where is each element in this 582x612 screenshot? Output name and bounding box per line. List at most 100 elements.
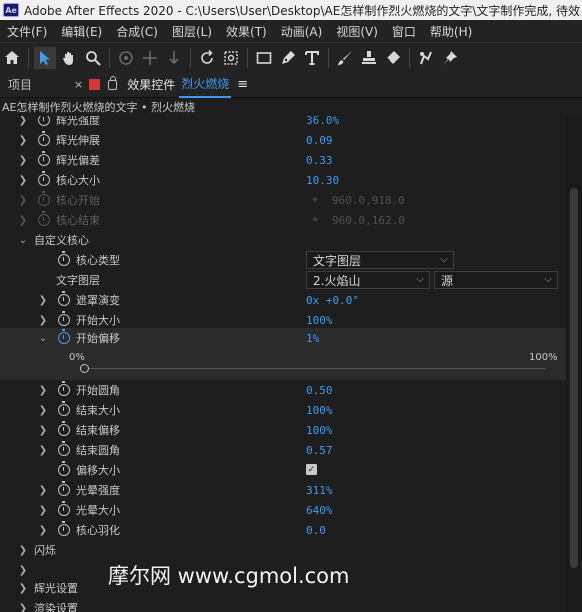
vertical-scrollbar[interactable] <box>566 116 582 612</box>
slider-handle[interactable] <box>79 364 89 373</box>
brush-tool-icon[interactable] <box>334 47 356 69</box>
stopwatch-icon[interactable] <box>58 421 70 436</box>
property-value[interactable]: 10.30 <box>306 174 339 187</box>
orbit-tool-icon[interactable] <box>115 47 137 69</box>
chevron-right-icon[interactable]: ❯ <box>18 545 28 556</box>
property-row[interactable]: ❯ 开始大小 100% <box>0 310 566 330</box>
dolly-tool-icon[interactable] <box>163 47 185 69</box>
stopwatch-icon[interactable] <box>58 291 70 306</box>
pen-tool-icon[interactable] <box>277 47 299 69</box>
stopwatch-icon[interactable] <box>58 329 70 344</box>
tab-effect-controls[interactable]: 效果控件 <box>127 72 175 98</box>
property-value[interactable]: 0.50 <box>306 384 333 397</box>
property-row[interactable]: ❯ 结束大小 100% <box>0 400 566 420</box>
text-layer-dropdown[interactable]: 2.火焰山 ⌵ <box>306 271 430 289</box>
roto-brush-icon[interactable] <box>415 47 437 69</box>
chevron-right-icon[interactable]: ❯ <box>38 445 48 456</box>
property-value[interactable]: 100% <box>306 424 333 437</box>
stopwatch-icon[interactable] <box>58 481 70 496</box>
chevron-right-icon[interactable]: ❯ <box>18 565 28 576</box>
property-value[interactable]: 0.57 <box>306 444 333 457</box>
property-value[interactable]: 100% <box>306 404 333 417</box>
property-row-expanded[interactable]: ⌄ 开始偏移 1% <box>0 328 566 348</box>
chevron-down-icon[interactable]: ⌄ <box>38 333 48 344</box>
stopwatch-icon[interactable] <box>58 311 70 326</box>
property-row[interactable]: ❯ 遮罩演变 0x +0.0° <box>0 290 566 310</box>
property-value[interactable]: 0.0 <box>306 524 326 537</box>
stopwatch-icon[interactable] <box>58 441 70 456</box>
stopwatch-icon[interactable] <box>58 461 70 476</box>
chevron-right-icon[interactable]: ❯ <box>38 295 48 306</box>
pan-tool-icon[interactable] <box>139 47 161 69</box>
type-tool-icon[interactable] <box>301 47 323 69</box>
menu-effect[interactable]: 效果(T) <box>219 23 274 40</box>
property-text-layer[interactable]: 文字图层 2.火焰山 ⌵ 源 ⌵ <box>0 270 566 290</box>
property-value[interactable]: 311% <box>306 484 333 497</box>
menu-file[interactable]: 文件(F) <box>0 23 54 40</box>
menu-layer[interactable]: 图层(L) <box>165 23 219 40</box>
property-value[interactable]: 0x +0.0° <box>306 294 359 307</box>
property-row[interactable]: ❯ 开始圆角 0.50 <box>0 380 566 400</box>
property-row[interactable]: ❯ 辉光强度 36.0% <box>0 116 566 130</box>
group-render-settings[interactable]: ❯ 渲染设置 <box>0 598 566 612</box>
stopwatch-icon[interactable] <box>58 401 70 416</box>
text-layer-source-dropdown[interactable]: 源 ⌵ <box>434 271 558 289</box>
slider-track[interactable] <box>80 368 546 369</box>
menu-window[interactable]: 窗口 <box>385 23 423 40</box>
puppet-pin-icon[interactable] <box>439 47 461 69</box>
chevron-right-icon[interactable]: ❯ <box>38 505 48 516</box>
chevron-right-icon[interactable]: ❯ <box>18 155 28 166</box>
menu-edit[interactable]: 编辑(E) <box>54 23 109 40</box>
selection-tool-icon[interactable] <box>34 46 56 69</box>
chevron-right-icon[interactable]: ❯ <box>38 315 48 326</box>
hand-tool-icon[interactable] <box>58 47 80 69</box>
rotate-tool-icon[interactable] <box>196 47 218 69</box>
menu-animation[interactable]: 动画(A) <box>274 23 330 40</box>
hamburger-menu-icon[interactable]: ≡ <box>237 77 248 92</box>
chevron-right-icon[interactable]: ❯ <box>38 485 48 496</box>
chevron-right-icon[interactable]: ❯ <box>38 525 48 536</box>
chevron-right-icon[interactable]: ❯ <box>38 405 48 416</box>
property-core-type[interactable]: 核心类型 文字图层 ⌵ <box>0 250 566 270</box>
chevron-right-icon[interactable]: ❯ <box>18 583 28 594</box>
stopwatch-icon[interactable] <box>58 521 70 536</box>
tab-project[interactable]: 项目 <box>0 72 74 98</box>
camera-tool-icon[interactable] <box>220 47 242 69</box>
core-type-dropdown[interactable]: 文字图层 ⌵ <box>306 251 454 269</box>
property-row[interactable]: ❯ 结束圆角 0.57 <box>0 440 566 460</box>
home-icon[interactable] <box>1 47 23 69</box>
stopwatch-icon[interactable] <box>38 131 50 146</box>
stopwatch-icon[interactable] <box>38 171 50 186</box>
chevron-right-icon[interactable]: ❯ <box>18 116 28 126</box>
property-value[interactable]: 1% <box>306 332 319 345</box>
chevron-right-icon[interactable]: ❯ <box>18 135 28 146</box>
stopwatch-icon[interactable] <box>38 116 50 126</box>
property-value[interactable]: 100% <box>306 314 333 327</box>
group-custom-core[interactable]: ⌄ 自定义核心 <box>0 230 566 250</box>
property-row[interactable]: ❯ 光晕大小 640% <box>0 500 566 520</box>
lock-icon[interactable] <box>108 75 118 90</box>
property-row[interactable]: ❯ 核心大小 10.30 <box>0 170 566 190</box>
property-row[interactable]: ❯ 辉光偏差 0.33 <box>0 150 566 170</box>
menu-help[interactable]: 帮助(H) <box>423 23 479 40</box>
chevron-right-icon[interactable]: ❯ <box>38 425 48 436</box>
eraser-icon[interactable] <box>382 47 404 69</box>
property-value[interactable]: 0.33 <box>306 154 333 167</box>
menu-composition[interactable]: 合成(C) <box>109 23 165 40</box>
property-row[interactable]: ❯ 辉光伸展 0.09 <box>0 130 566 150</box>
chevron-right-icon[interactable]: ❯ <box>18 603 28 612</box>
property-row[interactable]: ❯ 结束偏移 100% <box>0 420 566 440</box>
close-icon[interactable]: × <box>74 78 83 91</box>
stopwatch-icon[interactable] <box>38 151 50 166</box>
chevron-right-icon[interactable]: ❯ <box>38 385 48 396</box>
property-row[interactable]: ❯ 光晕强度 311% <box>0 480 566 500</box>
rectangle-tool-icon[interactable] <box>253 47 275 69</box>
zoom-tool-icon[interactable] <box>82 47 104 69</box>
property-row[interactable]: ❯ 核心羽化 0.0 <box>0 520 566 540</box>
scrollbar-thumb[interactable] <box>570 188 578 568</box>
tab-layer-name[interactable]: 烈火燃烧 <box>179 72 232 98</box>
group-flicker[interactable]: ❯ 闪烁 <box>0 540 566 560</box>
start-offset-slider[interactable]: 0% 100% <box>0 348 566 380</box>
offset-size-checkbox[interactable]: ✓ <box>306 464 317 475</box>
property-value[interactable]: 0.09 <box>306 134 333 147</box>
